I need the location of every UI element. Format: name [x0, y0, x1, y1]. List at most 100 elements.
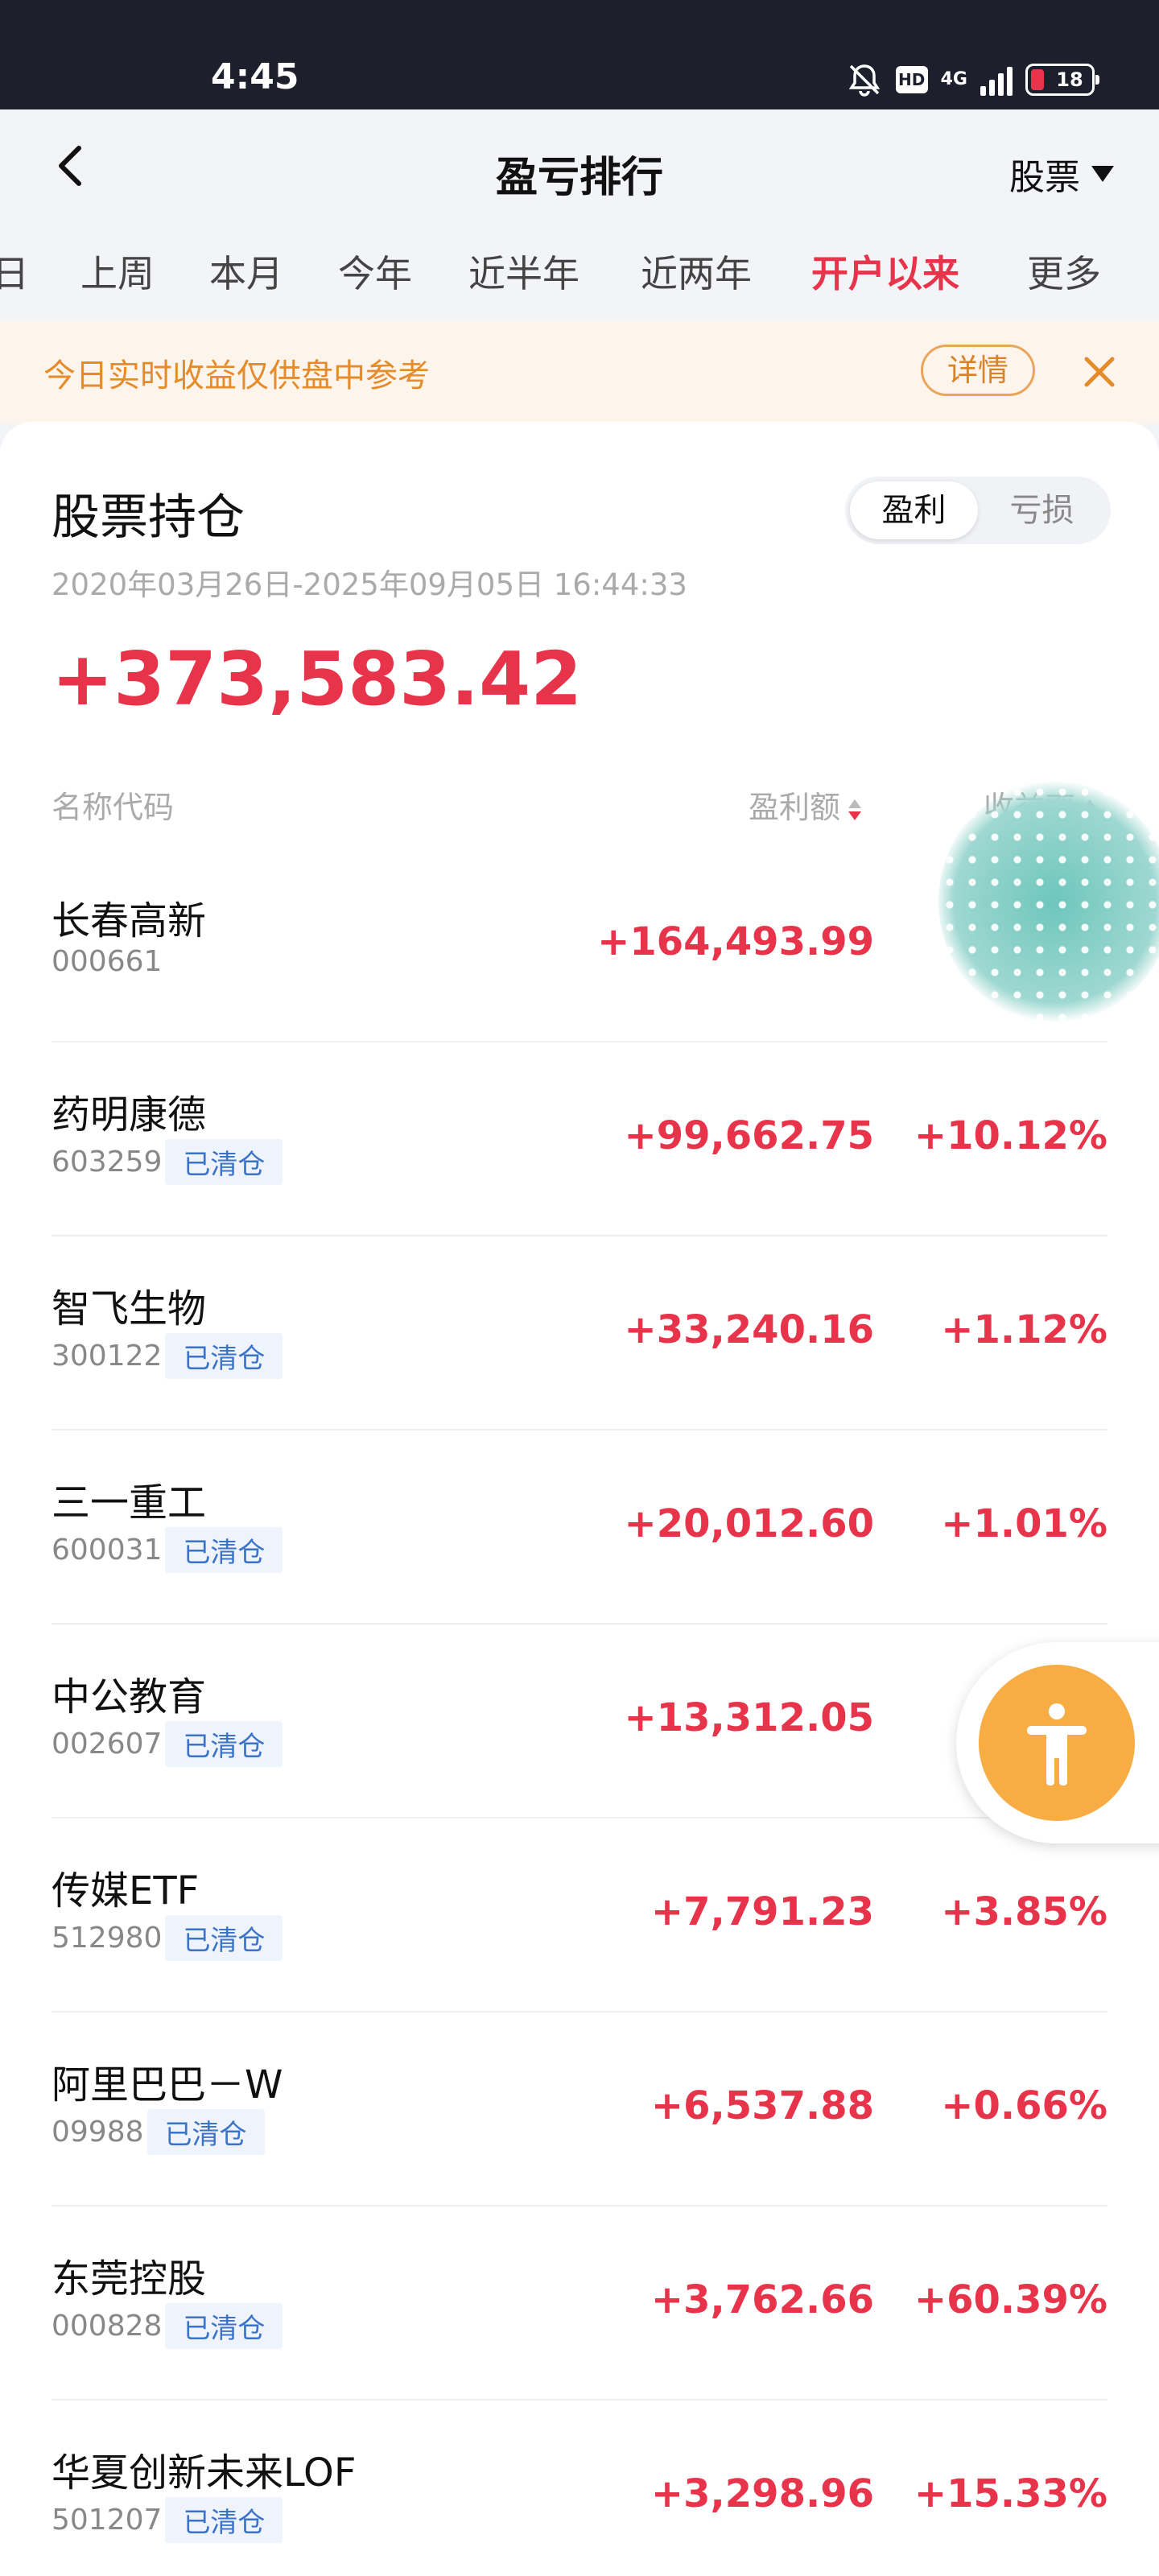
profit-rate: +15.33% [914, 2471, 1107, 2516]
sort-desc-icon [847, 796, 863, 824]
cleared-badge: 已清仓 [165, 1527, 283, 1573]
header: 盈亏排行 股票 [0, 109, 1159, 238]
holding-row[interactable]: 中公教育002607已清仓+13,312.05+ [52, 1624, 1107, 1818]
cleared-badge: 已清仓 [165, 2497, 283, 2543]
market-selector-label: 股票 [1009, 157, 1080, 198]
profit-amount: +7,791.23 [650, 1889, 874, 1934]
holdings-card: 股票持仓 盈利 亏损 2020年03月26日-2025年09月05日 16:44… [0, 422, 1159, 2576]
profit-rate: +0.66% [941, 2083, 1107, 2128]
signal-icon [980, 64, 1013, 96]
profit-amount: +13,312.05 [624, 1695, 874, 1740]
stock-code: 09988 [52, 2116, 144, 2149]
profit-rate: +1.12% [941, 1307, 1107, 1352]
stock-meta: 600031 已清仓 [52, 1527, 283, 1573]
holding-row[interactable]: 药明康德 603259 已清仓 +99,662.75 +10.12% [52, 1042, 1107, 1236]
stock-name: 中公教育 [52, 1674, 207, 1719]
stock-name: 智飞生物 [52, 1286, 207, 1331]
stock-code: 501207 [52, 2504, 163, 2537]
hd-icon: HD [895, 66, 928, 93]
holding-row[interactable]: 东莞控股 000828 已清仓 +3,762.66 +60.39% [52, 2207, 1107, 2401]
cleared-badge: 已清仓 [165, 1139, 283, 1185]
column-amount-label: 盈利额 [749, 790, 841, 825]
accessibility-button[interactable] [979, 1665, 1135, 1821]
stock-name: 阿里巴巴－W [52, 2062, 283, 2107]
stock-meta: 002607 已清仓 [52, 1721, 283, 1767]
battery-level: 18 [1056, 68, 1083, 91]
tab-this-year[interactable]: 今年 [338, 245, 412, 298]
page-title: 盈亏排行 [495, 154, 663, 202]
profit-amount: +33,240.16 [624, 1307, 874, 1352]
market-selector[interactable]: 股票 [1009, 148, 1114, 200]
close-icon [1084, 357, 1115, 387]
caret-down-icon [1091, 166, 1114, 182]
cleared-badge: 已清仓 [165, 1333, 283, 1379]
bell-muted-icon [846, 61, 883, 98]
battery-icon: 18 [1025, 64, 1099, 96]
stock-name: 传媒ETF [52, 1868, 200, 1913]
touch-ripple-overlay [938, 781, 1159, 1022]
column-name-code: 名称代码 [52, 790, 175, 825]
profit-amount: +6,537.88 [650, 2083, 874, 2128]
toggle-loss[interactable]: 亏损 [978, 481, 1106, 539]
stock-meta: 09988 已清仓 [52, 2109, 265, 2155]
tab-day[interactable]: 日 [0, 245, 29, 298]
cleared-badge: 已清仓 [165, 1915, 283, 1961]
profit-rate: +3.85% [941, 1889, 1107, 1934]
status-bar: 4:45 HD 4G 18 [0, 0, 1159, 109]
profit-amount: +99,662.75 [624, 1113, 874, 1158]
stock-name: 东莞控股 [52, 2256, 207, 2301]
holding-row[interactable]: 三一重工 600031 已清仓 +20,012.60 +1.01% [52, 1430, 1107, 1624]
period-tabs: 日 上周 本月 今年 近半年 近两年 开户以来 更多 [0, 233, 1159, 306]
toggle-profit[interactable]: 盈利 [850, 481, 978, 539]
cleared-badge: 已清仓 [165, 1721, 283, 1767]
profit-rate: +10.12% [914, 1113, 1107, 1158]
tab-since-open[interactable]: 开户以来 [811, 245, 959, 298]
stock-code: 603259 [52, 1146, 163, 1179]
notice-banner: 今日实时收益仅供盘中参考 详情 [0, 320, 1159, 423]
stock-code: 002607 [52, 1728, 163, 1761]
stock-name: 三一重工 [52, 1480, 207, 1525]
tab-last-week[interactable]: 上周 [80, 245, 155, 298]
tab-more[interactable]: 更多 [1027, 245, 1101, 298]
stock-meta: 512980 已清仓 [52, 1915, 283, 1961]
stock-meta: 501207 已清仓 [52, 2497, 283, 2543]
total-profit: +373,583.42 [52, 636, 583, 722]
cleared-badge: 已清仓 [146, 2109, 265, 2155]
network-type: 4G [940, 69, 967, 89]
profit-rate: +1.01% [941, 1501, 1107, 1546]
stock-name: 药明康德 [52, 1092, 207, 1137]
holding-row[interactable]: 阿里巴巴－W 09988 已清仓 +6,537.88 +0.66% [52, 2013, 1107, 2207]
stock-code: 600031 [52, 1534, 163, 1567]
stock-code: 000661 [52, 945, 163, 978]
detail-button[interactable]: 详情 [921, 345, 1035, 396]
stock-code: 000828 [52, 2310, 163, 2343]
status-time: 4:45 [211, 56, 299, 97]
cleared-badge: 已清仓 [165, 2303, 283, 2349]
stock-meta: 603259 已清仓 [52, 1139, 283, 1185]
tab-half-year[interactable]: 近半年 [468, 245, 580, 298]
holding-row[interactable]: 传媒ETF 512980 已清仓 +7,791.23 +3.85% [52, 1818, 1107, 2013]
stock-name: 长春高新 [52, 898, 207, 943]
status-icons: HD 4G 18 [846, 61, 1099, 98]
stock-meta: 300122 已清仓 [52, 1333, 283, 1379]
stock-name: 华夏创新未来LOF [52, 2450, 357, 2496]
stock-code: 512980 [52, 1922, 163, 1955]
accessibility-person-icon [1027, 1703, 1087, 1785]
holding-row[interactable]: 华夏创新未来LOF 501207 已清仓 +3,298.96 +15.33% [52, 2401, 1107, 2576]
tab-this-month[interactable]: 本月 [209, 245, 283, 298]
notice-text: 今日实时收益仅供盘中参考 [43, 357, 430, 394]
profit-rate: +60.39% [914, 2277, 1107, 2322]
profit-loss-toggle: 盈利 亏损 [845, 477, 1111, 544]
profit-amount: +3,298.96 [650, 2471, 874, 2516]
stock-meta: 000661 [52, 945, 162, 978]
profit-amount: +164,493.99 [597, 919, 874, 964]
close-notice-button[interactable] [1077, 349, 1122, 394]
profit-amount: +20,012.60 [624, 1501, 874, 1546]
profit-amount: +3,762.66 [650, 2277, 874, 2322]
holding-row[interactable]: 智飞生物 300122 已清仓 +33,240.16 +1.12% [52, 1236, 1107, 1430]
column-amount-sort[interactable]: 盈利额 [749, 782, 863, 827]
stock-meta: 000828 已清仓 [52, 2303, 283, 2349]
holdings-title: 股票持仓 [52, 489, 245, 546]
accessibility-widget [956, 1642, 1159, 1843]
tab-two-years[interactable]: 近两年 [641, 245, 752, 298]
